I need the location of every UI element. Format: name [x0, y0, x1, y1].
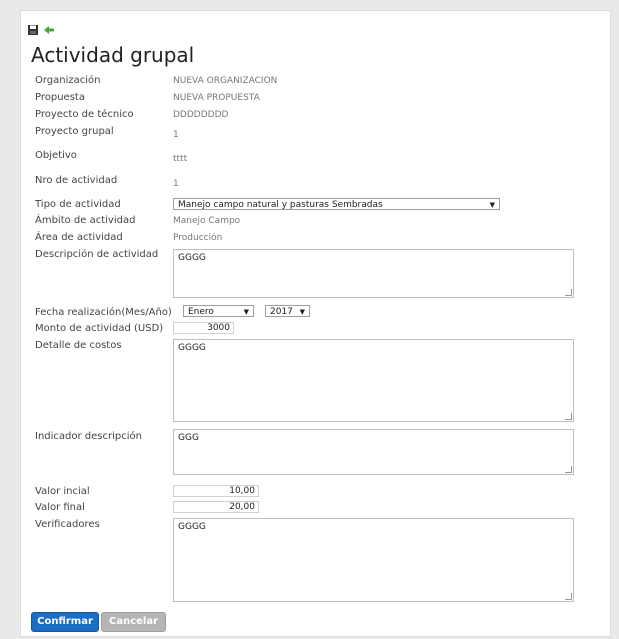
label-valor-final: Valor final: [35, 502, 85, 513]
resize-handle-icon[interactable]: [565, 289, 572, 296]
value-propuesta: NUEVA PROPUESTA: [173, 93, 260, 103]
chevron-down-icon: ▼: [489, 201, 495, 209]
tipo-actividad-select[interactable]: Manejo campo natural y pasturas Sembrada…: [173, 198, 500, 210]
label-valor-inicial: Valor incial: [35, 486, 90, 497]
chevron-down-icon: ▼: [243, 308, 249, 316]
detalle-costos-value: GGGG: [178, 343, 206, 353]
toolbar: [21, 11, 590, 39]
label-detalle-costos: Detalle de costos: [35, 340, 122, 351]
value-organizacion: NUEVA ORGANIZACION: [173, 76, 278, 86]
valor-inicial-input[interactable]: 10,00: [173, 485, 259, 497]
anio-select[interactable]: 2017 ▼: [265, 305, 310, 317]
verificadores-textarea[interactable]: GGGG: [173, 518, 574, 602]
label-verificadores: Verificadores: [35, 519, 100, 530]
chevron-down-icon: ▼: [299, 308, 305, 316]
form-panel: Actividad grupal Organización NUEVA ORGA…: [20, 10, 611, 637]
anio-value: 2017: [270, 307, 293, 317]
label-objetivo: Objetivo: [35, 150, 77, 161]
label-nro-actividad: Nro de actividad: [35, 175, 118, 186]
label-proyecto-tecnico: Proyecto de técnico: [35, 109, 134, 120]
monto-actividad-input[interactable]: 3000: [173, 322, 234, 334]
indicador-descripcion-value: GGG: [178, 433, 199, 443]
verificadores-value: GGGG: [178, 522, 206, 532]
value-objetivo: tttt: [173, 154, 188, 164]
resize-handle-icon[interactable]: [565, 466, 572, 473]
save-icon[interactable]: [27, 24, 39, 36]
label-organizacion: Organización: [35, 75, 101, 86]
back-arrow-icon[interactable]: [43, 24, 55, 36]
mes-value: Enero: [188, 307, 214, 317]
mes-select[interactable]: Enero ▼: [183, 305, 254, 317]
cancelar-button[interactable]: Cancelar: [101, 612, 166, 632]
value-proyecto-tecnico: DDDDDDDD: [173, 110, 229, 120]
page-title: Actividad grupal: [31, 43, 195, 67]
label-ambito-actividad: Ámbito de actividad: [35, 215, 136, 226]
tipo-actividad-value: Manejo campo natural y pasturas Sembrada…: [178, 200, 383, 210]
value-proyecto-grupal: 1: [173, 130, 179, 140]
indicador-descripcion-textarea[interactable]: GGG: [173, 429, 574, 475]
descripcion-actividad-value: GGGG: [178, 253, 206, 263]
resize-handle-icon[interactable]: [565, 593, 572, 600]
label-propuesta: Propuesta: [35, 92, 85, 103]
valor-final-input[interactable]: 20,00: [173, 501, 259, 513]
label-proyecto-grupal: Proyecto grupal: [35, 126, 114, 137]
value-area-actividad: Producción: [173, 233, 223, 243]
label-area-actividad: Área de actividad: [35, 232, 123, 243]
value-nro-actividad: 1: [173, 179, 179, 189]
label-descripcion-actividad: Descripción de actividad: [35, 249, 159, 260]
label-fecha-realizacion: Fecha realización(Mes/Año): [35, 307, 172, 318]
confirmar-button[interactable]: Confirmar: [31, 612, 99, 632]
label-tipo-actividad: Tipo de actividad: [35, 199, 121, 210]
label-monto-actividad: Monto de actividad (USD): [35, 323, 164, 334]
descripcion-actividad-textarea[interactable]: GGGG: [173, 249, 574, 298]
detalle-costos-textarea[interactable]: GGGG: [173, 339, 574, 422]
value-ambito-actividad: Manejo Campo: [173, 216, 241, 226]
resize-handle-icon[interactable]: [565, 413, 572, 420]
label-indicador-descripcion: Indicador descripción: [35, 431, 142, 442]
